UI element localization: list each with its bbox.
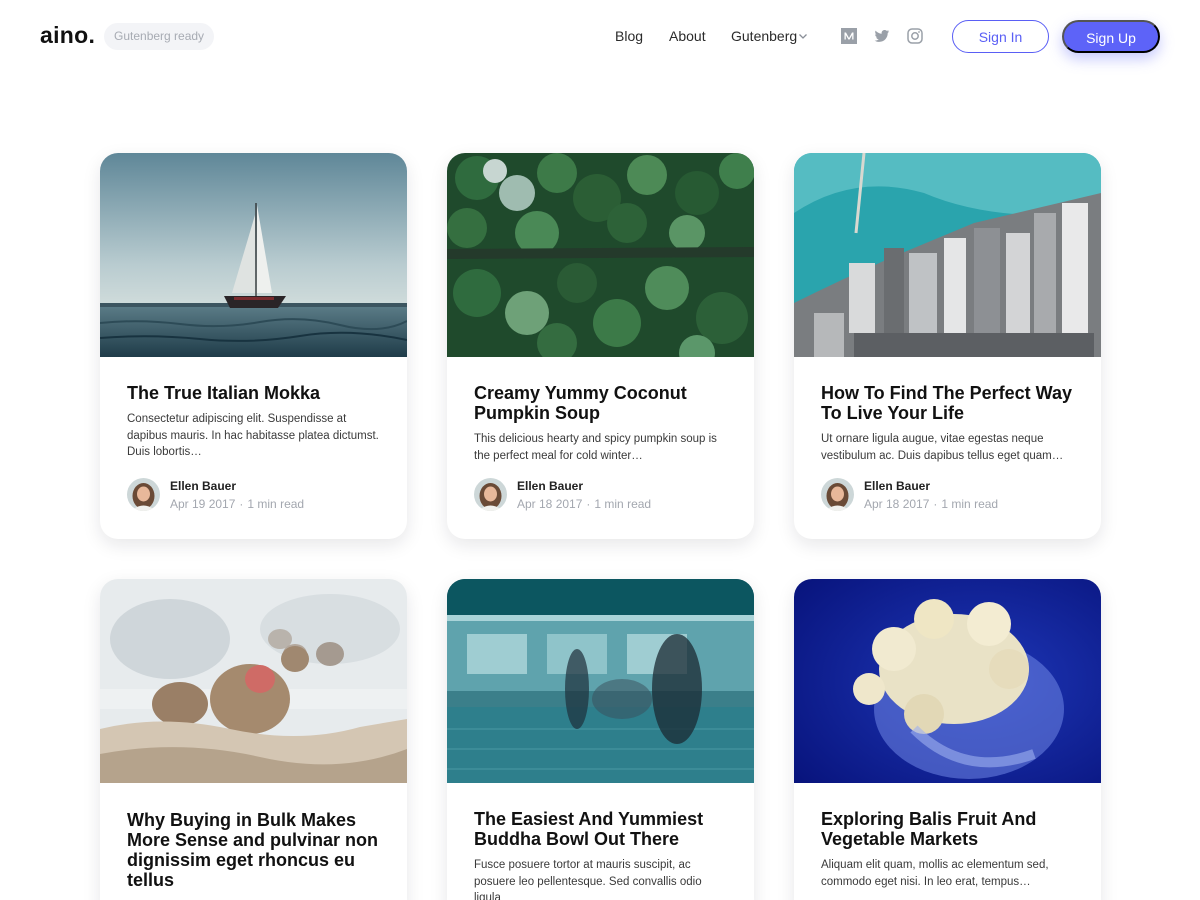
post-title[interactable]: Exploring Balis Fruit And Vegetable Mark… — [821, 809, 1083, 849]
post-excerpt: Fusce posuere tortor at mauris suscipit,… — [474, 859, 702, 900]
avatar[interactable] — [821, 478, 854, 511]
meta-separator: · — [586, 497, 591, 511]
post-date: Apr 18 2017 — [517, 497, 583, 511]
airport-terminal-photo — [447, 579, 754, 783]
site-header: aino. Gutenberg ready Blog About Gutenbe… — [0, 0, 1200, 72]
post-title[interactable]: The True Italian Mokka — [127, 383, 389, 403]
post-card[interactable]: Exploring Balis Fruit And Vegetable Mark… — [794, 579, 1101, 900]
read-time: 1 min read — [594, 497, 652, 511]
post-excerpt: Consectetur adipiscing elit. Suspendisse… — [127, 413, 379, 458]
post-meta: Apr 19 2017 · 1 min read — [170, 497, 304, 511]
post-image[interactable] — [447, 153, 754, 357]
post-title[interactable]: The Easiest And Yummiest Buddha Bowl Out… — [474, 809, 736, 849]
post-author: Ellen Bauer Apr 18 2017 · 1 min read — [474, 478, 734, 512]
read-time: 1 min read — [247, 497, 305, 511]
sign-up-button[interactable]: Sign Up — [1062, 20, 1160, 53]
post-title[interactable]: Creamy Yummy Coconut Pumpkin Soup — [474, 383, 736, 423]
post-date: Apr 19 2017 — [170, 497, 236, 511]
post-image[interactable] — [100, 579, 407, 783]
instagram-icon[interactable] — [907, 28, 923, 44]
post-excerpt: Ut ornare ligula augue, vitae egestas ne… — [821, 433, 1064, 462]
post-excerpt: Aliquam elit quam, mollis ac elementum s… — [821, 859, 1049, 888]
nav-about[interactable]: About — [669, 28, 706, 44]
meta-separator: · — [239, 497, 244, 511]
site-logo[interactable]: aino. — [40, 22, 95, 49]
post-title[interactable]: How To Find The Perfect Way To Live Your… — [821, 383, 1083, 423]
post-excerpt: This delicious hearty and spicy pumpkin … — [474, 433, 717, 462]
avatar[interactable] — [474, 478, 507, 511]
post-card[interactable]: Why Buying in Bulk Makes More Sense and … — [100, 579, 407, 900]
meta-separator: · — [933, 497, 938, 511]
post-date: Apr 18 2017 — [864, 497, 930, 511]
author-name[interactable]: Ellen Bauer — [864, 479, 930, 493]
post-meta: Apr 18 2017 · 1 min read — [864, 497, 998, 511]
author-name[interactable]: Ellen Bauer — [517, 479, 583, 493]
nav-blog[interactable]: Blog — [615, 28, 643, 44]
post-image[interactable] — [100, 153, 407, 357]
post-meta: Apr 18 2017 · 1 min read — [517, 497, 651, 511]
sign-in-button[interactable]: Sign In — [952, 20, 1049, 53]
read-time: 1 min read — [941, 497, 999, 511]
post-image[interactable] — [447, 579, 754, 783]
medium-icon[interactable] — [841, 28, 857, 44]
post-card[interactable]: The True Italian Mokka Consectetur adipi… — [100, 153, 407, 539]
post-card[interactable]: Creamy Yummy Coconut Pumpkin Soup This d… — [447, 153, 754, 539]
chevron-down-icon[interactable] — [798, 31, 808, 41]
avatar[interactable] — [127, 478, 160, 511]
city-aerial-photo — [794, 153, 1101, 357]
forest-aerial-photo — [447, 153, 754, 357]
jellyfish-photo — [794, 579, 1101, 783]
author-name[interactable]: Ellen Bauer — [170, 479, 236, 493]
post-title[interactable]: Why Buying in Bulk Makes More Sense and … — [127, 810, 389, 890]
twitter-icon[interactable] — [874, 28, 890, 44]
post-author: Ellen Bauer Apr 18 2017 · 1 min read — [821, 478, 1081, 512]
post-image[interactable] — [794, 579, 1101, 783]
snow-monkeys-photo — [100, 579, 407, 783]
post-card[interactable]: How To Find The Perfect Way To Live Your… — [794, 153, 1101, 539]
post-card[interactable]: The Easiest And Yummiest Buddha Bowl Out… — [447, 579, 754, 900]
post-author: Ellen Bauer Apr 19 2017 · 1 min read — [127, 478, 387, 512]
nav-gutenberg[interactable]: Gutenberg — [731, 28, 797, 44]
post-image[interactable] — [794, 153, 1101, 357]
gutenberg-badge: Gutenberg ready — [104, 23, 215, 50]
sailboat-photo — [100, 153, 407, 357]
